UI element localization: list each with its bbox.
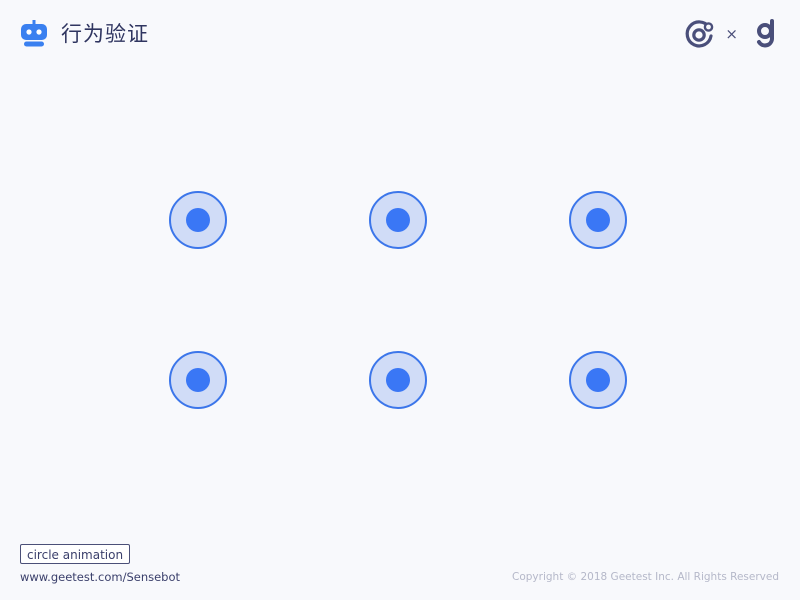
target-dot-icon[interactable]: [169, 351, 227, 409]
dot-core: [386, 368, 410, 392]
dot-core: [586, 368, 610, 392]
target-dot-icon[interactable]: [369, 351, 427, 409]
sensebot-link[interactable]: www.geetest.com/Sensebot: [20, 570, 180, 584]
target-dot-icon[interactable]: [169, 191, 227, 249]
target-dot-icon[interactable]: [569, 351, 627, 409]
copyright-text: Copyright © 2018 Geetest Inc. All Rights…: [512, 571, 779, 583]
dot-grid: [0, 0, 800, 600]
dot-core: [586, 208, 610, 232]
target-dot-icon[interactable]: [369, 191, 427, 249]
dot-core: [386, 208, 410, 232]
dot-core: [186, 368, 210, 392]
dot-core: [186, 208, 210, 232]
circle-animation-badge[interactable]: circle animation: [20, 544, 131, 564]
target-dot-icon[interactable]: [569, 191, 627, 249]
